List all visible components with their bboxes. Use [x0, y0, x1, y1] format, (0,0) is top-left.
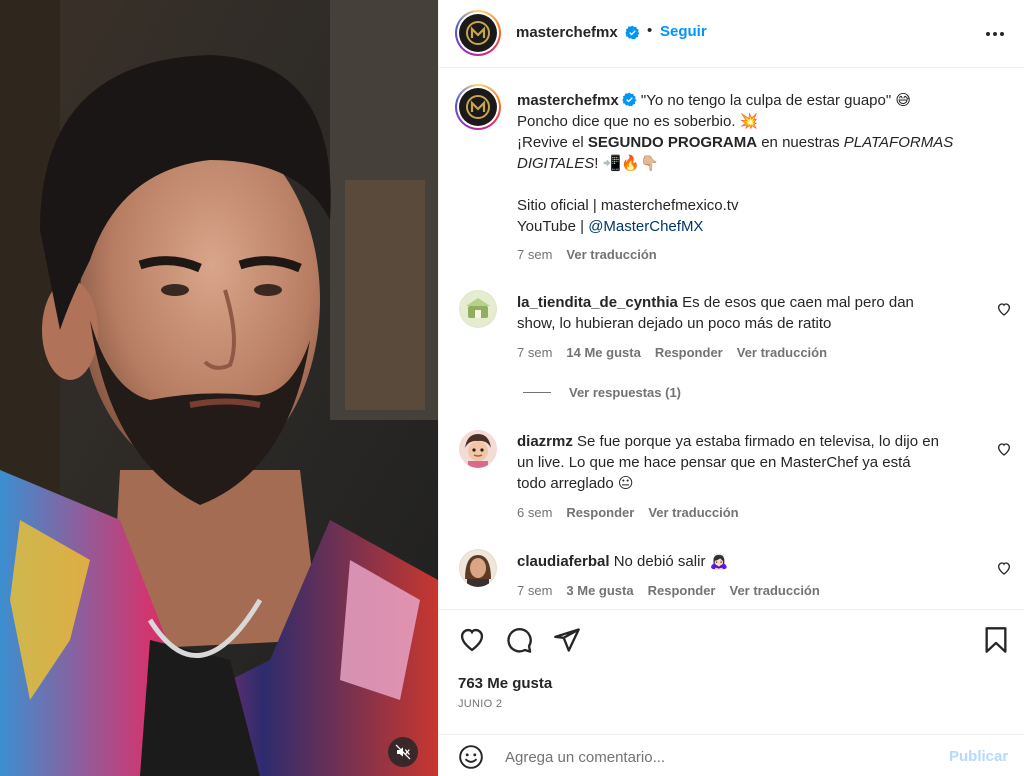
comments-section[interactable]: masterchefmx "Yo no tengo la culpa de es… — [439, 69, 1024, 609]
comment-time[interactable]: 6 sem — [517, 505, 552, 520]
comment-time[interactable]: 7 sem — [517, 583, 552, 598]
follow-button[interactable]: Seguir — [660, 23, 707, 40]
more-horizontal-icon — [986, 32, 1004, 36]
masterchef-logo-icon — [466, 21, 490, 45]
commenter-avatar[interactable] — [459, 549, 497, 587]
caption-site-line: Sitio oficial | masterchefmexico.tv — [517, 197, 739, 214]
view-replies-label: Ver respuestas (1) — [569, 385, 682, 400]
caption-italic-text-b: DIGITALES — [517, 155, 595, 172]
commenter-avatar[interactable] — [459, 430, 497, 468]
caption-time[interactable]: 7 sem — [517, 247, 552, 262]
more-options-button[interactable] — [983, 22, 1007, 46]
translate-button[interactable]: Ver traducción — [648, 505, 738, 520]
comment-text: Es de esos que caen mal pero dan — [682, 294, 914, 311]
verified-badge-icon — [625, 25, 640, 40]
mute-toggle-button[interactable] — [388, 737, 418, 767]
muted-speaker-icon — [395, 744, 411, 760]
post-caption: masterchefmx "Yo no tengo la culpa de es… — [517, 90, 967, 237]
post-details-panel: masterchefmx • Seguir masterchefmx "Yo n… — [438, 0, 1024, 776]
comment-username[interactable]: claudiaferbal — [517, 553, 610, 570]
caption-youtube-label: YouTube | — [517, 218, 589, 235]
comment-text: No debió salir — [613, 553, 706, 570]
caption-username[interactable]: masterchefmx — [517, 92, 619, 109]
comment-like-heart-icon[interactable] — [996, 560, 1012, 576]
comment-emoji: 😐 — [617, 475, 634, 492]
comment-text: Se fue porque ya estaba firmado en telev… — [577, 433, 939, 450]
caption-line-1: masterchefmx "Yo no tengo la culpa de es… — [517, 90, 967, 111]
commenter-avatar[interactable] — [459, 290, 497, 328]
translate-button[interactable]: Ver traducción — [737, 345, 827, 360]
profile-avatar[interactable] — [455, 10, 501, 56]
heart-icon[interactable] — [458, 626, 486, 654]
comment-username[interactable]: la_tiendita_de_cynthia — [517, 294, 678, 311]
publish-button[interactable]: Publicar — [949, 748, 1008, 765]
comment-username[interactable]: diazrmz — [517, 433, 573, 450]
comment-likes-count[interactable]: 3 Me gusta — [566, 583, 633, 598]
caption-line-4: DIGITALES! 📲🔥👇🏼 — [517, 153, 967, 174]
reply-button[interactable]: Responder — [655, 345, 723, 360]
youtube-handle-link[interactable]: @MasterChefMX — [588, 218, 703, 235]
caption-emoji-2: 💥 — [739, 113, 759, 130]
instagram-post: masterchefmx • Seguir masterchefmx "Yo n… — [0, 0, 1024, 776]
bookmark-icon[interactable] — [982, 626, 1010, 654]
caption-meta: 7 sem Ver traducción — [517, 247, 671, 262]
post-header: masterchefmx • Seguir — [439, 0, 1024, 68]
comment-icon[interactable] — [505, 626, 533, 654]
caption-text-2: Poncho dice que no es soberbio. — [517, 113, 736, 130]
caption-line-2: Poncho dice que no es soberbio. 💥 — [517, 111, 967, 132]
video-frame-image — [0, 0, 438, 776]
comment-composer: Publicar — [439, 734, 1024, 776]
likes-count[interactable]: 763 Me gusta — [458, 675, 552, 692]
comment-text-cont: todo arreglado — [517, 475, 614, 492]
caption-youtube-line: YouTube | @MasterChefMX — [517, 216, 967, 237]
replies-divider — [523, 392, 551, 393]
translate-button[interactable]: Ver traducción — [730, 583, 820, 598]
view-replies-button[interactable]: Ver respuestas (1) — [523, 385, 681, 400]
comment-time[interactable]: 7 sem — [517, 345, 552, 360]
caption-text-4: ! — [594, 155, 599, 172]
caption-translate-button[interactable]: Ver traducción — [566, 247, 656, 262]
caption-emojis-4: 📲🔥👇🏼 — [602, 155, 659, 172]
caption-text-3b: en nuestras — [757, 134, 844, 151]
comment-input[interactable] — [505, 743, 925, 771]
reply-button[interactable]: Responder — [648, 583, 716, 598]
caption-line-3: ¡Revive el SEGUNDO PROGRAMA en nuestras … — [517, 132, 967, 153]
caption-avatar[interactable] — [455, 84, 501, 130]
comment-emoji: 🙇🏻‍♀️ — [709, 553, 729, 570]
comment-2-body: diazrmz Se fue porque ya estaba firmado … — [517, 431, 987, 494]
comment-like-heart-icon[interactable] — [996, 441, 1012, 457]
caption-quote: "Yo no tengo la culpa de estar guapo" — [640, 92, 892, 109]
user-photo-avatar-icon — [460, 550, 496, 587]
comment-2-meta: 6 sem Responder Ver traducción — [517, 505, 753, 520]
comment-text-cont: show, lo hubieran dejado un poco más de … — [517, 315, 832, 332]
comment-3-meta: 7 sem 3 Me gusta Responder Ver traducció… — [517, 583, 834, 598]
store-logo-avatar-icon — [460, 291, 496, 327]
post-video[interactable] — [0, 0, 438, 776]
header-username[interactable]: masterchefmx — [516, 24, 618, 41]
comment-like-heart-icon[interactable] — [996, 301, 1012, 317]
masterchef-logo — [459, 88, 497, 126]
cartoon-avatar-icon — [460, 431, 496, 468]
header-separator: • — [647, 22, 653, 39]
post-date[interactable]: JUNIO 2 — [458, 698, 502, 710]
comment-1-body: la_tiendita_de_cynthia Es de esos que ca… — [517, 292, 982, 334]
caption-italic-text-a: PLATAFORMAS — [843, 134, 954, 151]
masterchef-logo — [459, 14, 497, 52]
emoji-icon[interactable] — [458, 744, 484, 770]
caption-emoji-1: 😅 — [895, 92, 911, 109]
comment-3-body: claudiaferbal No debió salir 🙇🏻‍♀️ — [517, 551, 987, 572]
comment-text-cont: un live. Lo que me hace pensar que en Ma… — [517, 454, 911, 471]
caption-bold-text: SEGUNDO PROGRAMA — [587, 134, 758, 151]
verified-badge-icon — [621, 92, 637, 107]
comment-1-meta: 7 sem 14 Me gusta Responder Ver traducci… — [517, 345, 841, 360]
send-icon[interactable] — [553, 626, 581, 654]
comment-likes-count[interactable]: 14 Me gusta — [566, 345, 640, 360]
caption-text-3a: ¡Revive el — [517, 134, 588, 151]
masterchef-logo-icon — [466, 95, 490, 119]
reply-button[interactable]: Responder — [566, 505, 634, 520]
